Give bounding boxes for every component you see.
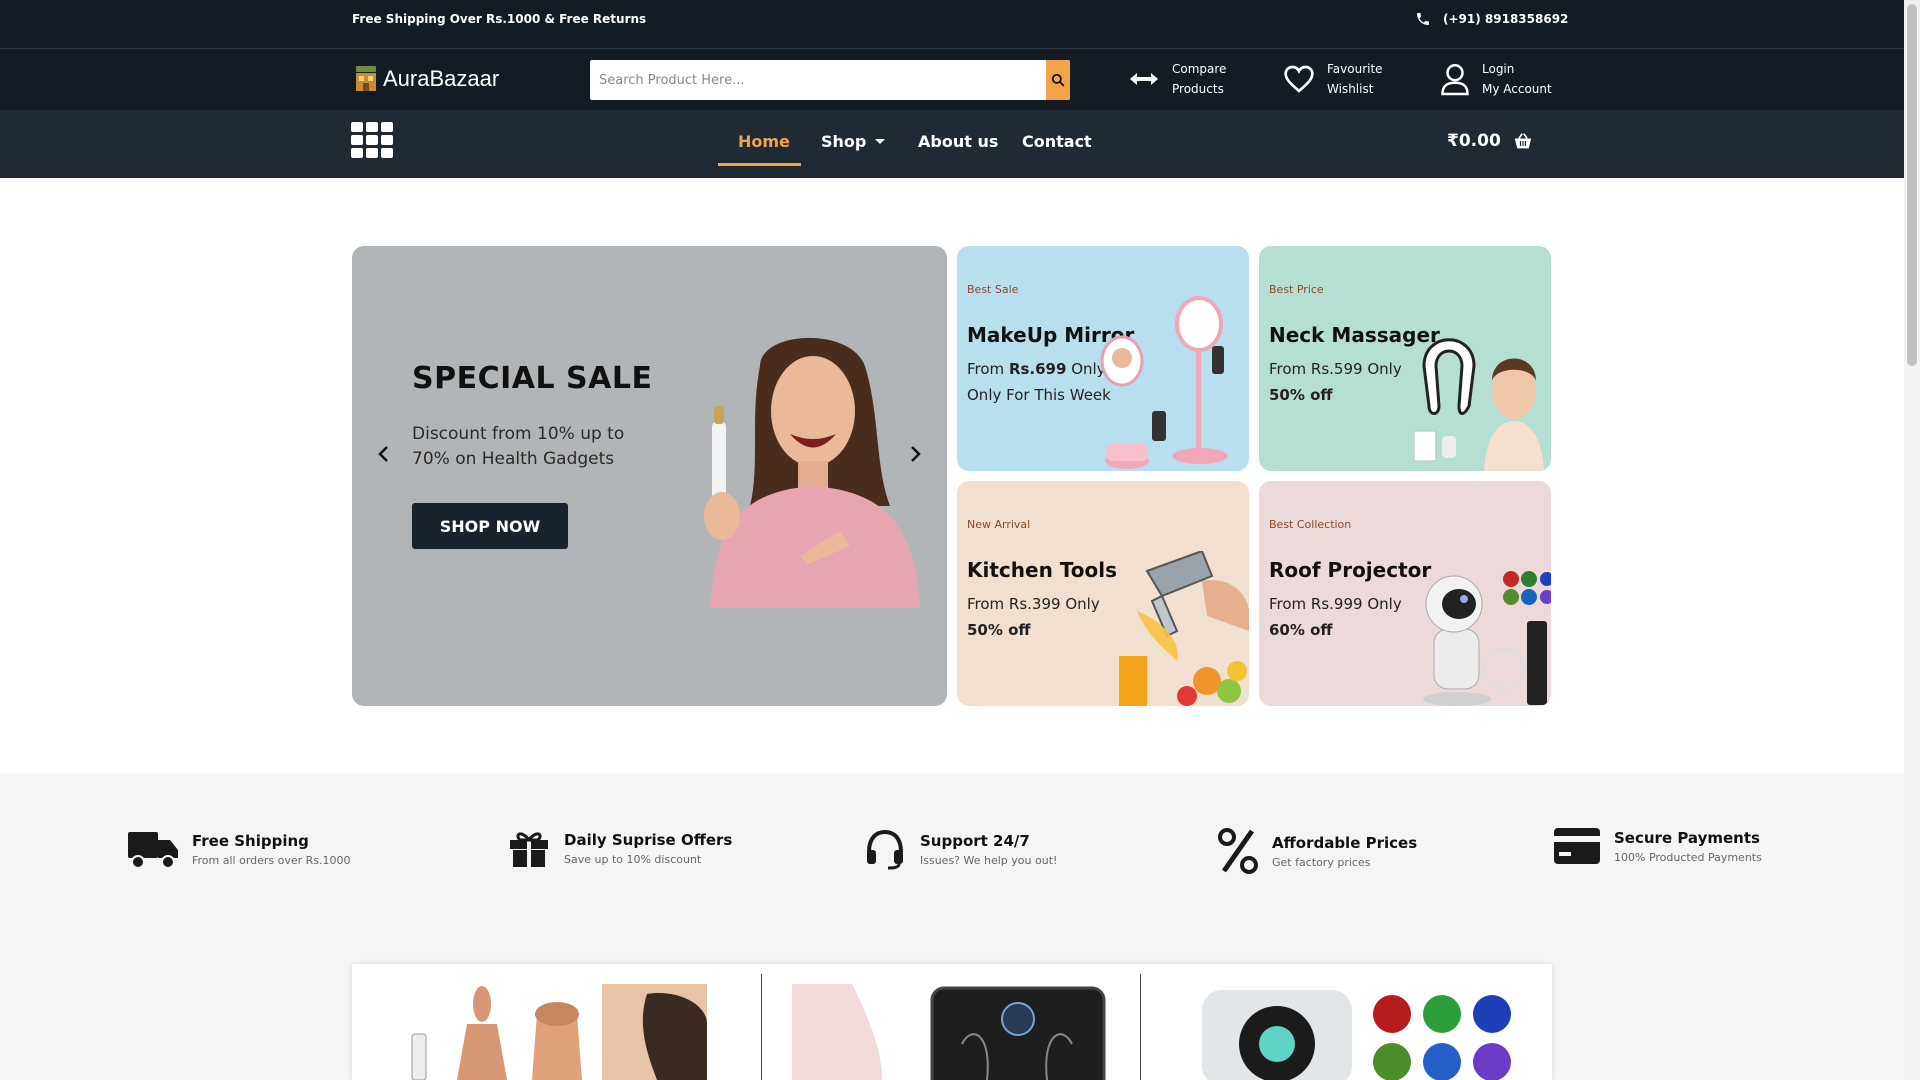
neck-massager-image (1414, 338, 1544, 471)
feature-subtitle: Save up to 10% discount (564, 852, 702, 866)
nav-shop[interactable]: Shop (821, 132, 886, 151)
scrollbar-thumb[interactable] (1907, 4, 1917, 366)
top-bar: Free Shipping Over Rs.1000 & Free Return… (0, 0, 1904, 49)
wishlist-link[interactable]: Favourite Wishlist (1283, 59, 1383, 99)
feature-title: Daily Suprise Offers (564, 830, 733, 849)
compare-products-link[interactable]: Compare Products (1128, 59, 1226, 99)
trimmer-product-image[interactable] (407, 984, 707, 1080)
card-price-line: From Rs.599 Only (1269, 360, 1402, 378)
promo-card-kitchen-tools[interactable]: New Arrival Kitchen Tools From Rs.399 On… (957, 481, 1249, 706)
card-tag: Best Collection (1269, 518, 1352, 531)
active-nav-indicator (718, 163, 801, 166)
credit-card-icon (1554, 828, 1600, 864)
percent-icon (1218, 828, 1258, 874)
promo-card-roof-projector[interactable]: Best Collection Roof Projector From Rs.9… (1259, 481, 1551, 706)
page-scrollbar[interactable] (1904, 0, 1920, 1080)
shopping-basket-icon (1514, 133, 1531, 149)
promo-card-neck-massager[interactable]: Best Price Neck Massager From Rs.599 Onl… (1259, 246, 1551, 471)
phone-icon (1417, 13, 1429, 25)
strip-divider (761, 974, 762, 1080)
user-icon (1441, 64, 1469, 96)
card-offer-line: 50% off (1269, 386, 1333, 404)
makeup-mirror-image (1100, 296, 1228, 469)
main-header: AuraBazaar Compare Products Favourite Wi… (0, 49, 1904, 110)
card-tag: Best Sale (967, 283, 1019, 296)
truck-icon (128, 832, 178, 869)
nav-about[interactable]: About us (918, 132, 998, 151)
hero-title: SPECIAL SALE (412, 361, 653, 396)
product-showcase-strip (352, 964, 1552, 1080)
search-button[interactable] (1046, 60, 1070, 100)
favourite-label: Favourite (1327, 62, 1383, 76)
headset-icon (867, 829, 903, 870)
strip-divider (1140, 974, 1141, 1080)
card-offer-line: 50% off (967, 621, 1031, 639)
hero-subtitle: Discount from 10% up to 70% on Health Ga… (412, 424, 625, 469)
feature-daily-offers: Daily Suprise Offers Save up to 10% disc… (508, 828, 732, 868)
feature-subtitle: From all orders over Rs.1000 (192, 853, 351, 867)
phone-contact[interactable]: (+91) 8918358692 (1415, 11, 1568, 27)
nav-home[interactable]: Home (738, 132, 790, 151)
account-link[interactable]: Login My Account (1440, 59, 1552, 99)
heart-icon (1284, 65, 1314, 93)
foot-massager-product-image[interactable] (792, 984, 1112, 1080)
nav-shop-label: Shop (821, 132, 867, 151)
feature-free-shipping: Free Shipping From all orders over Rs.10… (128, 828, 351, 870)
site-logo[interactable]: AuraBazaar (353, 64, 499, 94)
wishlist-sublabel: Wishlist (1327, 82, 1374, 96)
feature-title: Secure Payments (1614, 828, 1760, 847)
feature-subtitle: 100% Producted Payments (1614, 850, 1762, 864)
shipping-promo-text: Free Shipping Over Rs.1000 & Free Return… (352, 12, 647, 26)
card-offer-line: 60% off (1269, 621, 1333, 639)
login-label: Login (1482, 62, 1515, 76)
main-navigation: Home Shop About us Contact ₹0.00 (0, 110, 1904, 178)
categories-grid-icon[interactable] (351, 122, 393, 158)
promo-card-makeup-mirror[interactable]: Best Sale MakeUp Mirror From Rs.699 Only… (957, 246, 1249, 471)
card-tag: New Arrival (967, 518, 1031, 531)
cart-summary[interactable]: ₹0.00 (1447, 131, 1533, 151)
cart-total: ₹0.00 (1447, 131, 1501, 151)
gift-icon (510, 832, 548, 867)
my-account-sublabel: My Account (1482, 82, 1552, 96)
card-price-line: From Rs.399 Only (967, 595, 1100, 613)
kitchen-juicer-image (1119, 551, 1249, 706)
search-input[interactable] (590, 60, 1046, 100)
shop-now-button[interactable]: SHOP NOW (412, 503, 568, 549)
compare-label: Compare (1172, 62, 1227, 76)
chevron-left-icon[interactable] (374, 444, 394, 464)
feature-affordable-prices: Affordable Prices Get factory prices (1218, 828, 1417, 874)
hero-model-image (704, 337, 920, 608)
feature-subtitle: Get factory prices (1272, 855, 1371, 869)
card-tag: Best Price (1269, 283, 1324, 296)
card-title: Roof Projector (1269, 558, 1432, 582)
compare-sublabel: Products (1172, 82, 1224, 96)
compare-arrows-icon (1130, 73, 1158, 85)
store-logo-icon (356, 66, 376, 91)
feature-secure-payments: Secure Payments 100% Producted Payments (1554, 828, 1762, 864)
feature-support: Support 24/7 Issues? We help you out! (864, 828, 1057, 870)
feature-subtitle: Issues? We help you out! (920, 853, 1058, 867)
phone-number: (+91) 8918358692 (1443, 12, 1569, 26)
chevron-down-icon (875, 138, 886, 144)
galaxy-projector-product-image[interactable] (1202, 984, 1522, 1080)
feature-title: Affordable Prices (1272, 833, 1418, 852)
card-title: Kitchen Tools (967, 558, 1117, 582)
hero-slider: SPECIAL SALE Discount from 10% up to 70%… (352, 246, 947, 706)
feature-title: Support 24/7 (920, 831, 1030, 850)
astronaut-projector-image (1423, 571, 1551, 706)
feature-title: Free Shipping (192, 831, 309, 850)
search-icon (1051, 73, 1065, 87)
search-bar (590, 60, 1070, 100)
nav-contact[interactable]: Contact (1022, 132, 1092, 151)
card-price-line: From Rs.999 Only (1269, 595, 1402, 613)
logo-text: AuraBazaar (383, 66, 500, 91)
card-price: Rs.699 (1008, 360, 1067, 378)
